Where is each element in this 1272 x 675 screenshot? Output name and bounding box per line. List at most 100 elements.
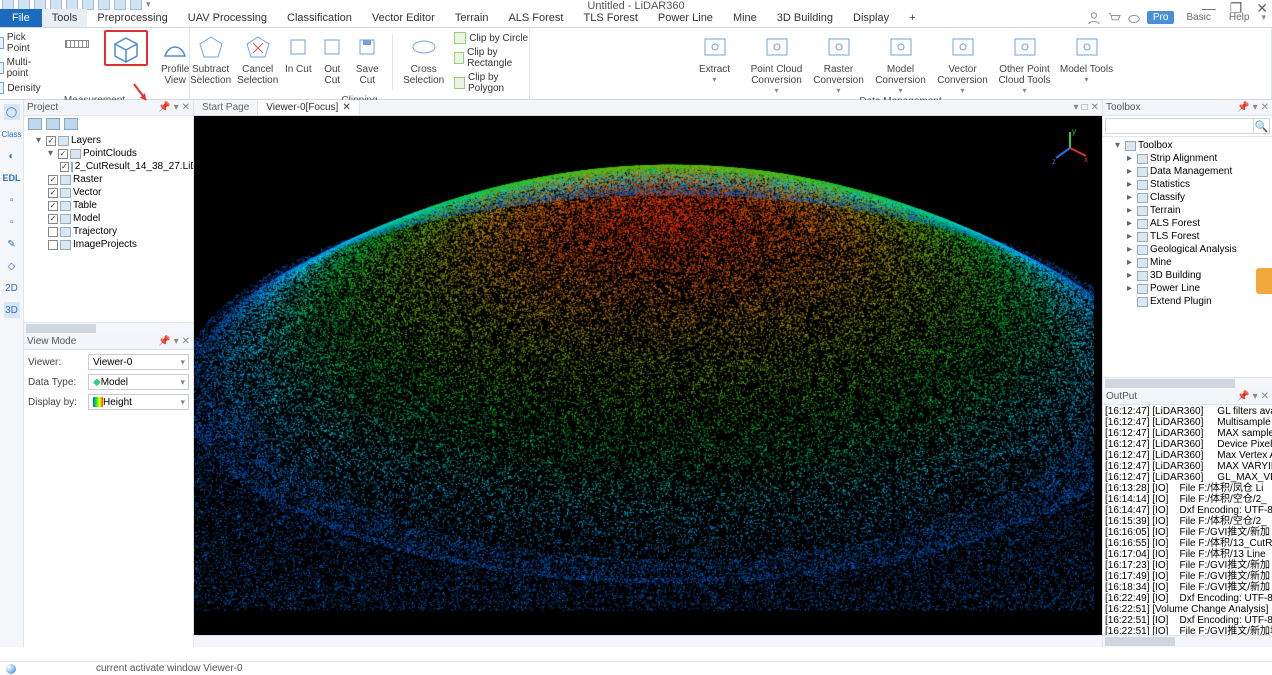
log-line[interactable]: [16:14:47] [IO] Dxf Encoding: UTF-8 (1105, 505, 1270, 516)
toolbox-tree[interactable]: ▾Toolbox ▸Strip Alignment▸Data Managemen… (1103, 137, 1272, 377)
help-link[interactable]: Help (1223, 11, 1256, 24)
pin-icon[interactable]: 📌 (158, 336, 170, 347)
viewport-hscroll[interactable] (194, 635, 1102, 647)
panel-close-icon[interactable]: ✕ (1261, 102, 1269, 113)
panel-menu-icon[interactable]: ▾ (1253, 102, 1258, 113)
log-line[interactable]: [16:22:49] [IO] Dxf Encoding: UTF-8 (1105, 593, 1270, 604)
model-tools-button[interactable]: Model Tools▾ (1059, 30, 1115, 84)
3d-viewport[interactable]: y x z (194, 116, 1102, 635)
log-line[interactable]: [16:12:47] [LiDAR360] Max Vertex Att (1105, 450, 1270, 461)
toolbox-item[interactable]: ▸3D Building (1105, 269, 1270, 282)
viewer-select[interactable]: Viewer-0 (88, 354, 189, 370)
project-icon-2[interactable] (46, 118, 60, 130)
toolbox-item[interactable]: ▸TLS Forest (1105, 230, 1270, 243)
log-line[interactable]: [16:17:04] [IO] File F:/体积/13 Line (1105, 549, 1270, 560)
volume-button[interactable] (104, 30, 147, 66)
log-line[interactable]: [16:17:49] [IO] File F:/GVI推文/新加 (1105, 571, 1270, 582)
menu-classification[interactable]: Classification (277, 9, 362, 27)
search-icon[interactable]: 🔍 (1254, 118, 1270, 134)
raster-conversion-button[interactable]: Raster Conversion▾ (811, 30, 867, 95)
log-line[interactable]: [16:22:51] [IO] File F:/GVI推文/新加坡堆体/ (1105, 626, 1270, 635)
log-line[interactable]: [16:12:47] [LiDAR360] Device Pixel R (1105, 439, 1270, 450)
menu-tools[interactable]: Tools (42, 9, 88, 27)
in-cut-button[interactable]: In Cut (284, 30, 312, 75)
tab-close-icon[interactable]: ✕ (342, 102, 350, 113)
strip-globe[interactable]: ◐ (4, 148, 20, 164)
pin-icon[interactable]: 📌 (1237, 391, 1249, 402)
toolbox-item[interactable]: Extend Plugin (1105, 295, 1270, 308)
pick-point-button[interactable]: Pick Point (0, 32, 49, 54)
cancel-selection-button[interactable]: Cancel Selection (237, 30, 278, 86)
toolbox-item[interactable]: ▸ALS Forest (1105, 217, 1270, 230)
pro-badge[interactable]: Pro (1147, 11, 1175, 24)
toolbox-item[interactable]: ▸Data Management (1105, 165, 1270, 178)
panel-close-icon[interactable]: ✕ (1261, 391, 1269, 402)
pointcloud-conversion-button[interactable]: Point Cloud Conversion▾ (749, 30, 805, 95)
pin-icon[interactable]: 📌 (158, 102, 170, 113)
log-line[interactable]: [16:16:55] [IO] File F:/体积/13_CutR (1105, 538, 1270, 549)
menu-uav-processing[interactable]: UAV Processing (178, 9, 277, 27)
menu-file[interactable]: File (0, 9, 42, 27)
panel-menu-icon[interactable]: ▾ (174, 336, 179, 347)
toolbox-item[interactable]: ▸Power Line (1105, 282, 1270, 295)
panel-menu-icon[interactable]: ▾ (1253, 391, 1258, 402)
displayby-select[interactable]: Height (88, 394, 189, 410)
clip-by-circle-button[interactable]: Clip by Circle (454, 32, 529, 44)
output-hscroll[interactable] (1103, 635, 1272, 647)
model-conversion-button[interactable]: Model Conversion▾ (873, 30, 929, 95)
toolbox-item[interactable]: ▸Statistics (1105, 178, 1270, 191)
log-line[interactable]: [16:17:23] [IO] File F:/GVI推文/新加 (1105, 560, 1270, 571)
strip-lasso[interactable]: ◯ (4, 104, 20, 120)
tab-viewer-0[interactable]: Viewer-0[Focus]✕ (258, 100, 359, 115)
axis-gizmo[interactable]: y x z (1050, 128, 1090, 168)
tab-start-page[interactable]: Start Page (194, 100, 258, 115)
log-line[interactable]: [16:12:47] [LiDAR360] GL filters ava (1105, 406, 1270, 417)
menu-collapse-icon[interactable]: ▾ (1261, 12, 1266, 23)
log-line[interactable]: [16:22:51] [IO] Dxf Encoding: UTF-8 (1105, 615, 1270, 626)
vector-conversion-button[interactable]: Vector Conversion▾ (935, 30, 991, 95)
ruler-button[interactable] (55, 30, 98, 56)
basic-badge[interactable]: Basic (1180, 11, 1216, 24)
cloud-icon[interactable] (1127, 11, 1141, 25)
strip-2d[interactable]: 2D (4, 280, 20, 296)
strip-select[interactable]: ◇ (4, 258, 20, 274)
log-line[interactable]: [16:12:47] [LiDAR360] MAX samples: 2 (1105, 428, 1270, 439)
log-line[interactable]: [16:12:47] [LiDAR360] MAX VARYING CO (1105, 461, 1270, 472)
toolbox-hscroll[interactable] (1103, 377, 1272, 389)
output-log[interactable]: [16:12:47] [LiDAR360] GL filters ava [16:… (1103, 405, 1272, 635)
strip-3d[interactable]: 3D (4, 302, 20, 318)
subtract-selection-button[interactable]: Subtract Selection (190, 30, 231, 86)
strip-edl[interactable]: EDL (4, 170, 20, 186)
project-icon-3[interactable] (64, 118, 78, 130)
log-line[interactable]: [16:14:14] [IO] File F:/体积/空仓/2_ (1105, 494, 1270, 505)
tab-x-icon[interactable]: ✕ (1091, 102, 1099, 113)
tab-dropdown-icon[interactable]: ▾ (1074, 102, 1079, 113)
clip-by-polygon-button[interactable]: Clip by Polygon (454, 72, 529, 94)
extract-button[interactable]: Extract▾ (687, 30, 743, 84)
save-cut-button[interactable]: Save Cut (352, 30, 382, 86)
log-line[interactable]: [16:22:51] [Volume Change Analysis] (1105, 604, 1270, 615)
log-line[interactable]: [16:16:05] [IO] File F:/GVI推文/新加 (1105, 527, 1270, 538)
density-button[interactable]: Density (0, 82, 49, 94)
toolbox-item[interactable]: ▸Mine (1105, 256, 1270, 269)
menu-display[interactable]: Display (843, 9, 899, 27)
strip-edit[interactable]: ✎ (4, 236, 20, 252)
panel-close-icon[interactable]: ✕ (182, 336, 190, 347)
tab-max-icon[interactable]: □ (1082, 102, 1088, 113)
log-line[interactable]: [16:15:39] [IO] File F:/体积/空仓/2_ (1105, 516, 1270, 527)
cross-selection-button[interactable]: Cross Selection (403, 30, 444, 86)
strip-class[interactable]: Class (4, 126, 20, 142)
user-icon[interactable] (1087, 11, 1101, 25)
menu-preprocessing[interactable]: Preprocessing (87, 9, 177, 27)
log-line[interactable]: [16:12:47] [LiDAR360] GL_MAX_VERTEX_ (1105, 472, 1270, 483)
toolbox-search-input[interactable] (1105, 118, 1254, 134)
panel-close-icon[interactable]: ✕ (182, 102, 190, 113)
menu-als-forest[interactable]: ALS Forest (498, 9, 573, 27)
strip-cube2[interactable]: ▫ (4, 214, 20, 230)
cart-icon[interactable] (1107, 11, 1121, 25)
project-tree[interactable]: ▾✓Layers ▾✓PointClouds ✓2_CutResult_14_3… (24, 132, 193, 322)
toolbox-item[interactable]: ▸Strip Alignment (1105, 152, 1270, 165)
side-drawer-tab[interactable] (1256, 268, 1272, 294)
menu-3d-building[interactable]: 3D Building (767, 9, 843, 27)
clip-by-rectangle-button[interactable]: Clip by Rectangle (454, 47, 529, 69)
